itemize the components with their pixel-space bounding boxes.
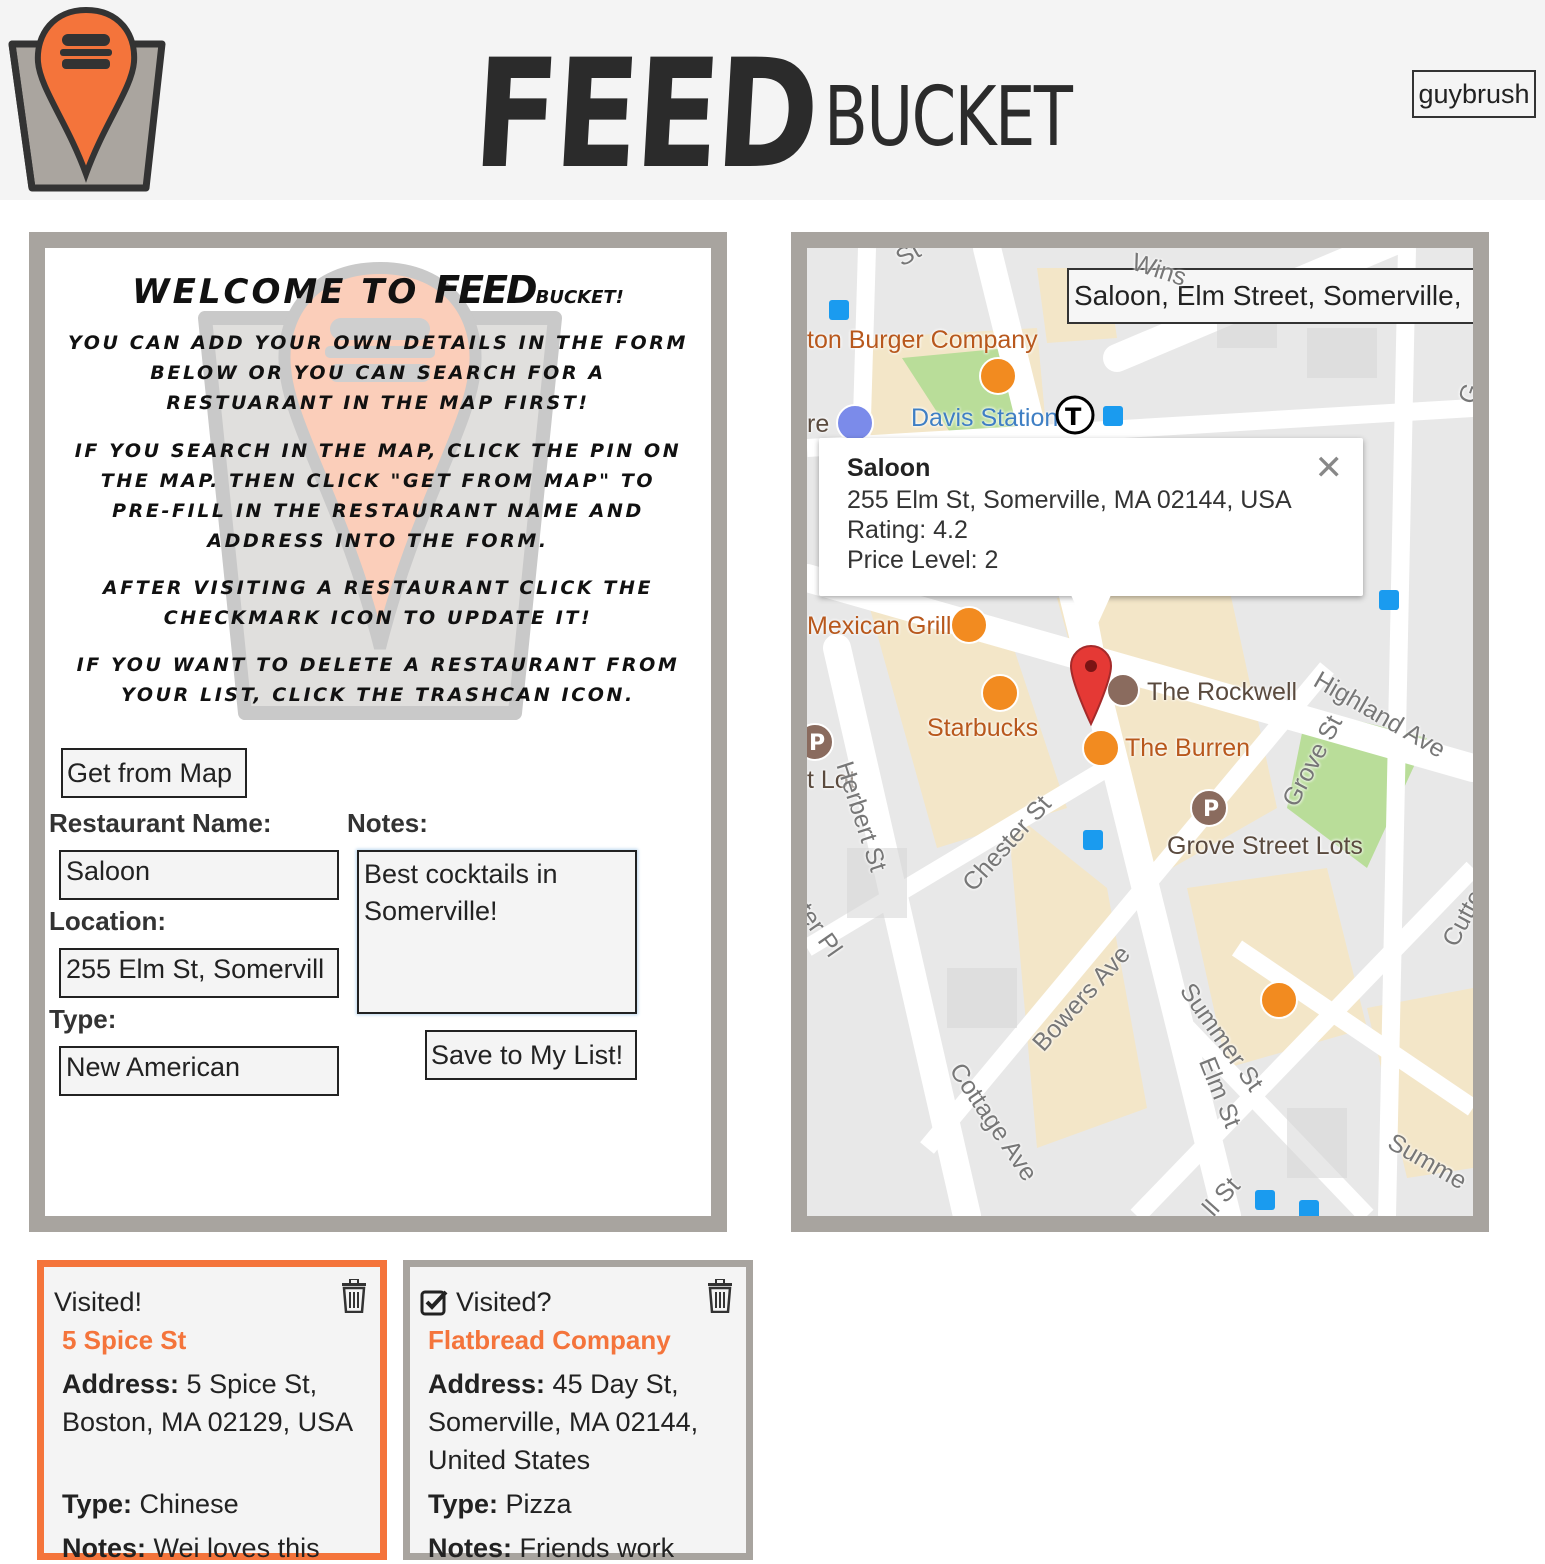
info-address: 255 Elm St, Somerville, MA 02144, USA — [847, 486, 1292, 514]
restaurant-name-label: Restaurant Name: — [49, 808, 272, 838]
notes-value: Friends work — [519, 1533, 675, 1563]
welcome-section: WELCOME TO FEEDBUCKET! You can add your … — [45, 268, 711, 710]
type-label: Type: — [428, 1489, 499, 1519]
welcome-title-brand-main: FEED — [434, 268, 537, 312]
type-value: Chinese — [139, 1489, 239, 1519]
notes-textarea[interactable]: Best cocktails in Somerville! — [357, 850, 637, 1014]
type-input[interactable]: New American — [59, 1046, 339, 1096]
info-rating: Rating: 4.2 — [847, 516, 968, 544]
restaurant-notes: Notes: Wei loves this — [62, 1533, 320, 1564]
restaurant-card: Visited! 5 Spice St Address: 5 Spice St,… — [37, 1260, 387, 1563]
info-window-tail — [1071, 595, 1111, 639]
restaurant-name-input[interactable]: Saloon — [59, 850, 339, 900]
svg-text:P: P — [1203, 797, 1219, 822]
restaurant-name: Flatbread Company — [428, 1325, 671, 1355]
welcome-paragraph-1: You can add your own details in the form… — [68, 332, 688, 414]
svg-text:T: T — [1065, 403, 1082, 431]
trash-icon[interactable] — [706, 1279, 734, 1313]
address-label: Address: — [428, 1369, 546, 1399]
type-label: Type: — [49, 1004, 117, 1034]
welcome-paragraph-3: After visiting a restaurant click the ch… — [102, 577, 654, 629]
welcome-paragraph-4: If you want to delete a restaurant from … — [76, 654, 680, 706]
feedbucket-logo-icon[interactable] — [4, 6, 169, 196]
type-value: Pizza — [505, 1489, 572, 1519]
notes-value: Wei loves this — [153, 1533, 320, 1563]
restaurant-type: Type: Chinese — [62, 1489, 239, 1520]
location-input[interactable]: 255 Elm St, Somervill — [59, 948, 339, 998]
map-info-window: Saloon 255 Elm St, Somerville, MA 02144,… — [819, 438, 1363, 596]
brand-wordmark: FEED BUCKET — [469, 20, 1141, 202]
address-label: Address: — [62, 1369, 180, 1399]
restaurant-notes: Notes: Friends work — [428, 1533, 674, 1564]
restaurant-address: Address: 5 Spice St, Boston, MA 02129, U… — [62, 1365, 362, 1441]
type-label: Type: — [62, 1489, 133, 1519]
map-icons-graphic: P P T — [807, 300, 1399, 1216]
map-canvas[interactable]: Saloon, Elm Street, Somerville, ton Burg… — [807, 248, 1473, 1216]
map-panel: Saloon, Elm Street, Somerville, ton Burg… — [791, 232, 1489, 1232]
brand-sub: BUCKET — [823, 70, 1073, 165]
restaurant-address: Address: 45 Day St, Somerville, MA 02144… — [428, 1365, 728, 1479]
close-icon[interactable]: ✕ — [1315, 448, 1344, 488]
notes-label: Notes: — [428, 1533, 513, 1563]
notes-label: Notes: — [62, 1533, 147, 1563]
visited-status: Visited! — [54, 1287, 142, 1318]
restaurant-type: Type: Pizza — [428, 1489, 572, 1520]
welcome-title-brand-sub: BUCKET! — [535, 287, 624, 308]
info-price: Price Level: 2 — [847, 546, 999, 574]
location-label: Location: — [49, 906, 166, 936]
visited-status: Visited? — [420, 1287, 552, 1318]
visited-label: Visited? — [456, 1287, 552, 1317]
save-to-list-button[interactable]: Save to My List! — [425, 1030, 637, 1080]
brand-main: FEED — [469, 28, 821, 202]
user-button[interactable]: guybrush — [1412, 70, 1536, 118]
app-header: FEED BUCKET guybrush — [0, 0, 1545, 202]
welcome-title-prefix: WELCOME TO — [132, 272, 420, 312]
welcome-title: WELCOME TO FEEDBUCKET! — [45, 268, 711, 312]
restaurant-card: Visited? Flatbread Company Address: 45 D… — [403, 1260, 753, 1563]
info-title: Saloon — [847, 454, 931, 482]
visited-label: Visited! — [54, 1287, 143, 1317]
get-from-map-button[interactable]: Get from Map — [61, 748, 247, 798]
restaurant-name: 5 Spice St — [62, 1325, 187, 1355]
welcome-paragraph-2: If you search in the map, click the pin … — [74, 440, 682, 552]
notes-label: Notes: — [347, 808, 428, 838]
trash-icon[interactable] — [340, 1279, 368, 1313]
svg-text:P: P — [809, 731, 825, 756]
checkmark-icon[interactable] — [420, 1289, 448, 1317]
form-panel: WELCOME TO FEEDBUCKET! You can add your … — [29, 232, 727, 1232]
form-panel-inner: WELCOME TO FEEDBUCKET! You can add your … — [45, 248, 711, 1216]
